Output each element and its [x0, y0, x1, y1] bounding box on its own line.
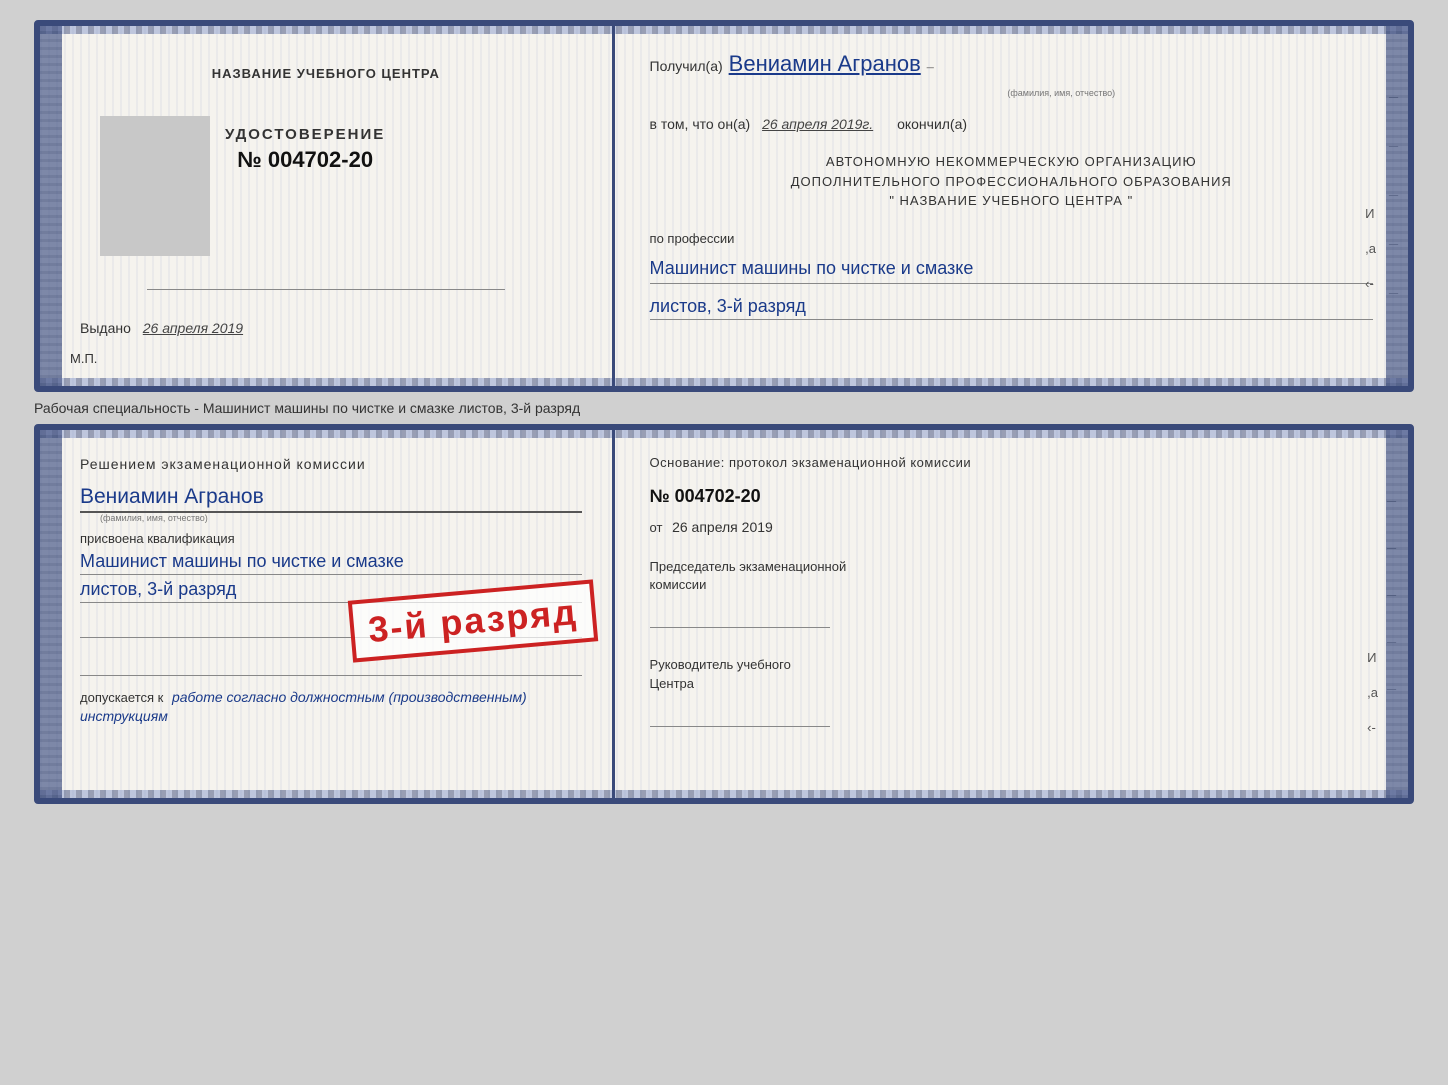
protocol-number: № 004702-20	[650, 486, 1373, 507]
mp-label: М.П.	[70, 351, 97, 366]
cert-number: № 004702-20	[225, 147, 385, 173]
full-name-2: Вениамин Агранов	[80, 485, 582, 513]
date-value: 26 апреля 2019г.	[762, 116, 873, 132]
from-prefix: от	[650, 520, 663, 535]
issued-date: 26 апреля 2019	[143, 320, 243, 336]
fio-subtitle: (фамилия, имя, отчество)	[750, 88, 1373, 98]
cert1-right-panel: Получил(а) Вениамин Агранов – (фамилия, …	[615, 26, 1408, 386]
from-date-block: от 26 апреля 2019	[650, 519, 1373, 535]
decision-label: Решением экзаменационной комиссии	[80, 455, 582, 475]
certificate-card-1: НАЗВАНИЕ УЧЕБНОГО ЦЕНТРА УДОСТОВЕРЕНИЕ №…	[34, 20, 1414, 392]
ano-line3: " НАЗВАНИЕ УЧЕБНОГО ЦЕНТРА "	[650, 191, 1373, 211]
rukovoditel-block: Руководитель учебного Центра	[650, 656, 1373, 692]
from-date-value: 26 апреля 2019	[672, 519, 773, 535]
right2-letters: И ,а ‹-	[1367, 650, 1378, 735]
received-label: Получил(а)	[650, 57, 723, 77]
issued-label: Выдано	[80, 320, 131, 336]
finished-label: окончил(а)	[897, 116, 967, 132]
chairman-block: Председатель экзаменационной комиссии	[650, 558, 1373, 594]
profession-label: по профессии	[650, 231, 1373, 246]
photo-placeholder	[100, 116, 210, 256]
profession-line1: Машинист машины по чистке и смазке	[650, 256, 1373, 284]
training-center-title: НАЗВАНИЕ УЧЕБНОГО ЦЕНТРА	[212, 66, 440, 81]
chairman-line2: комиссии	[650, 576, 1373, 594]
rukovoditel-line1: Руководитель учебного	[650, 656, 1373, 674]
допускается-block: допускается к работе согласно должностны…	[80, 688, 582, 727]
chairman-line1: Председатель экзаменационной	[650, 558, 1373, 576]
fio-sub-2: (фамилия, имя, отчество)	[100, 513, 582, 523]
ano-line2: ДОПОЛНИТЕЛЬНОГО ПРОФЕССИОНАЛЬНОГО ОБРАЗО…	[650, 172, 1373, 192]
separator-text: Рабочая специальность - Машинист машины …	[34, 392, 1414, 424]
osnov-label: Основание: протокол экзаменационной коми…	[650, 455, 1373, 470]
cert-title: УДОСТОВЕРЕНИЕ	[225, 126, 385, 143]
cert-title-block: УДОСТОВЕРЕНИЕ № 004702-20	[225, 126, 385, 173]
qual-line1: Машинист машины по чистке и смазке	[80, 551, 582, 575]
dash-1: –	[927, 60, 934, 76]
profession-line2: листов, 3-й разряд	[650, 296, 1373, 320]
допускается-label: допускается к	[80, 690, 163, 705]
rukovoditel-line2: Центра	[650, 675, 1373, 693]
certificate-card-2: Решением экзаменационной комиссии Вениам…	[34, 424, 1414, 804]
full-name: Вениамин Агранов	[729, 51, 921, 78]
assigned-label: присвоена квалификация	[80, 531, 582, 546]
cert1-left-panel: НАЗВАНИЕ УЧЕБНОГО ЦЕНТРА УДОСТОВЕРЕНИЕ №…	[40, 26, 615, 386]
rukovoditel-signature-line	[650, 726, 830, 727]
stamp-text: 3-й разряд	[367, 591, 580, 651]
date-prefix: в том, что он(а)	[650, 116, 751, 132]
cert2-right-panel: Основание: протокол экзаменационной коми…	[615, 430, 1408, 798]
date-line: в том, что он(а) 26 апреля 2019г. окончи…	[650, 116, 1373, 132]
name-block-2: Вениамин Агранов (фамилия, имя, отчество…	[80, 485, 582, 523]
ano-block: АВТОНОМНУЮ НЕКОММЕРЧЕСКУЮ ОРГАНИЗАЦИЮ ДО…	[650, 152, 1373, 211]
issued-line: Выдано 26 апреля 2019	[80, 320, 243, 336]
ano-line1: АВТОНОМНУЮ НЕКОММЕРЧЕСКУЮ ОРГАНИЗАЦИЮ	[650, 152, 1373, 172]
chairman-signature-line	[650, 627, 830, 628]
right-letters: И ,а ‹-	[1365, 206, 1376, 291]
